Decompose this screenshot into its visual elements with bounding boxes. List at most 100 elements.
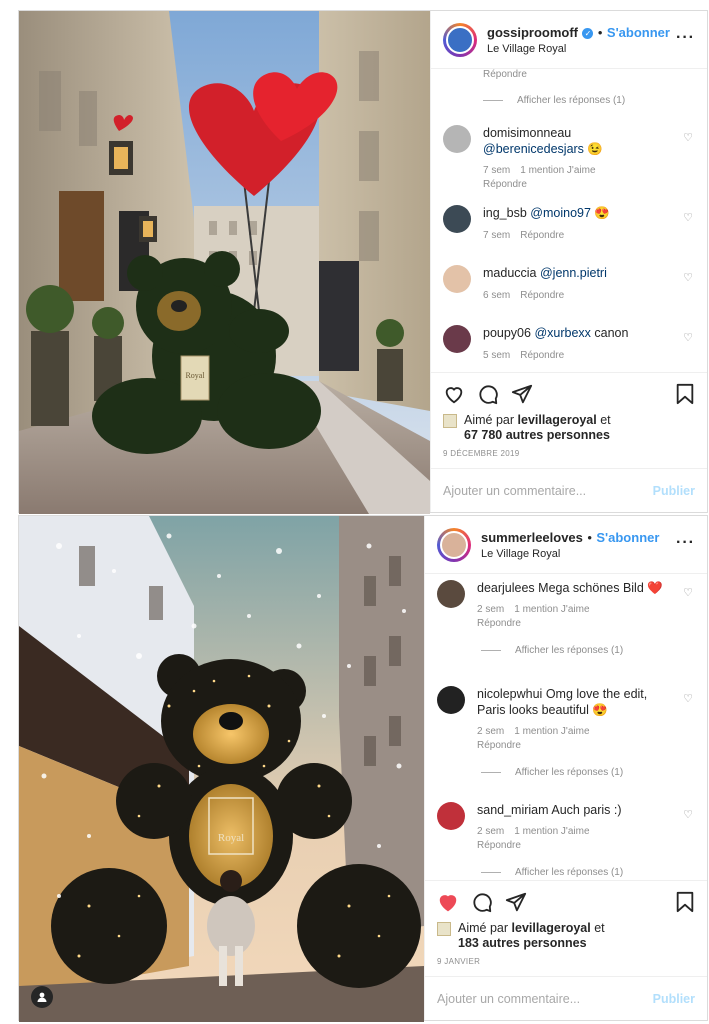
comment-time: 2 sem bbox=[477, 826, 505, 837]
post-2-likes-summary: Aimé par levillageroyal et 183 autres per… bbox=[437, 921, 695, 951]
comment-time: 7 sem bbox=[483, 230, 511, 241]
comment-bubble-icon[interactable] bbox=[471, 891, 493, 913]
post-2-publish-button[interactable]: Publier bbox=[653, 992, 695, 1006]
reply-button[interactable]: Répondre bbox=[520, 350, 564, 361]
comment-like-heart-icon[interactable]: ♡ bbox=[683, 131, 693, 144]
commenter-avatar[interactable] bbox=[443, 265, 471, 293]
post-1-username[interactable]: gossiproomoff bbox=[487, 25, 578, 40]
comment-bubble-icon[interactable] bbox=[477, 383, 499, 405]
post-1-follow-button[interactable]: S'abonner bbox=[607, 25, 670, 40]
comment-time: 6 sem bbox=[483, 290, 511, 301]
comment-like-heart-icon[interactable]: ♡ bbox=[683, 586, 693, 599]
share-direct-icon[interactable] bbox=[511, 383, 533, 405]
comment-like-heart-icon[interactable]: ♡ bbox=[683, 808, 693, 821]
liked-by-and: et bbox=[594, 921, 605, 935]
save-bookmark-icon[interactable] bbox=[675, 891, 695, 913]
liked-by-user[interactable]: levillageroyal bbox=[512, 921, 591, 935]
post-1-likes-summary: Aimé par levillageroyal et 67 780 autres … bbox=[443, 413, 695, 443]
commenter-avatar[interactable] bbox=[437, 580, 465, 608]
liker-avatar[interactable] bbox=[443, 414, 457, 428]
comment-mention[interactable]: @jenn.pietri bbox=[540, 266, 607, 280]
post-1-location[interactable]: Le Village Royal bbox=[487, 43, 670, 57]
liked-by-others[interactable]: 183 autres personnes bbox=[458, 936, 587, 950]
post-2-location[interactable]: Le Village Royal bbox=[481, 548, 659, 562]
post-2-follow-button[interactable]: S'abonner bbox=[596, 530, 659, 545]
post-1-comment-input[interactable] bbox=[443, 483, 643, 498]
post-2-photo[interactable]: Royal bbox=[19, 516, 424, 1022]
post-1-image-bear-topiary: Royal bbox=[19, 11, 430, 514]
comment-item: sand_miriam Auch paris :) 2 sem 1 mention… bbox=[425, 802, 707, 879]
commenter-avatar[interactable] bbox=[443, 125, 471, 153]
separator-dot: • bbox=[587, 529, 592, 545]
comment-item: maduccia @jenn.pietri 6 sem Répondre ♡ bbox=[431, 265, 707, 313]
comment-text: Auch paris :) bbox=[551, 803, 622, 817]
comment-time: 7 sem bbox=[483, 165, 511, 176]
post-1-author-avatar[interactable] bbox=[443, 22, 477, 57]
save-bookmark-icon[interactable] bbox=[675, 383, 695, 405]
bear-sign-text: Royal bbox=[218, 832, 244, 844]
post-2-username[interactable]: summerleeloves bbox=[481, 530, 583, 545]
post-2-actions: Aimé par levillageroyal et 183 autres per… bbox=[425, 880, 707, 966]
comment-likes[interactable]: 1 mention J'aime bbox=[514, 604, 589, 615]
post-1-header: gossiproomoff ✓ • S'abonner Le Village R… bbox=[431, 11, 707, 69]
more-options-icon[interactable]: ··· bbox=[676, 534, 695, 552]
post-2-author-avatar[interactable] bbox=[437, 527, 471, 562]
comment-mention[interactable]: @moino97 bbox=[530, 206, 591, 220]
reply-button[interactable]: Répondre bbox=[483, 179, 527, 190]
reply-link-truncated[interactable]: Répondre bbox=[431, 69, 707, 83]
post-1-photo[interactable]: Royal bbox=[19, 11, 430, 514]
comment-username[interactable]: domisimonneau bbox=[483, 126, 571, 140]
reply-button[interactable]: Répondre bbox=[477, 618, 521, 629]
comment-mention[interactable]: @xurbexx bbox=[534, 326, 590, 340]
comment-username[interactable]: dearjulees bbox=[477, 581, 535, 595]
post-1-publish-button[interactable]: Publier bbox=[653, 484, 695, 498]
more-options-icon[interactable]: ··· bbox=[676, 29, 695, 47]
post-2-comment-input[interactable] bbox=[437, 991, 637, 1006]
view-replies-link[interactable]: Afficher les réponses (1) bbox=[477, 645, 673, 656]
comment-likes[interactable]: 1 mention J'aime bbox=[514, 726, 589, 737]
comment-item: poupy06 @xurbexx canon 5 sem Répondre ♡ bbox=[431, 325, 707, 372]
commenter-avatar[interactable] bbox=[437, 802, 465, 830]
commenter-avatar[interactable] bbox=[437, 686, 465, 714]
reply-button[interactable]: Répondre bbox=[520, 290, 564, 301]
comment-item: ing_bsb @moino97 😍 7 sem Répondre ♡ bbox=[431, 205, 707, 253]
view-replies-link[interactable]: Afficher les réponses (1) bbox=[477, 867, 673, 878]
liked-by-user[interactable]: levillageroyal bbox=[518, 413, 597, 427]
comment-likes[interactable]: 1 mention J'aime bbox=[520, 165, 595, 176]
comment-mention[interactable]: @berenicedesjars bbox=[483, 142, 584, 156]
comment-username[interactable]: maduccia bbox=[483, 266, 537, 280]
post-2-comments[interactable]: dearjulees Mega schönes Bild ❤️ 2 sem 1 m… bbox=[425, 574, 707, 879]
tagged-user-icon[interactable] bbox=[31, 986, 53, 1008]
comment-username[interactable]: ing_bsb bbox=[483, 206, 527, 220]
comment-like-heart-icon[interactable]: ♡ bbox=[683, 331, 693, 344]
view-replies-link[interactable]: Afficher les réponses (1) bbox=[431, 93, 707, 107]
post-1-date: 9 DÉCEMBRE 2019 bbox=[443, 449, 520, 458]
comment-like-heart-icon[interactable]: ♡ bbox=[683, 271, 693, 284]
liked-by-others[interactable]: 67 780 autres personnes bbox=[464, 428, 610, 442]
post-1-comments[interactable]: Répondre Afficher les réponses (1) domis… bbox=[431, 69, 707, 372]
comment-username[interactable]: poupy06 bbox=[483, 326, 531, 340]
reply-button[interactable]: Répondre bbox=[520, 230, 564, 241]
liked-by-prefix: Aimé par bbox=[458, 921, 509, 935]
reply-button[interactable]: Répondre bbox=[477, 840, 521, 851]
view-replies-link[interactable]: Afficher les réponses (1) bbox=[477, 767, 673, 778]
comment-like-heart-icon[interactable]: ♡ bbox=[683, 692, 693, 705]
like-heart-filled-icon[interactable] bbox=[437, 891, 459, 913]
reply-button[interactable]: Répondre bbox=[477, 740, 521, 751]
share-direct-icon[interactable] bbox=[505, 891, 527, 913]
post-2-side-panel: summerleeloves • S'abonner Le Village Ro… bbox=[424, 516, 707, 1020]
comment-likes[interactable]: 1 mention J'aime bbox=[514, 826, 589, 837]
liker-avatar[interactable] bbox=[437, 922, 451, 936]
commenter-avatar[interactable] bbox=[443, 325, 471, 353]
comment-username[interactable]: nicolepwhui bbox=[477, 687, 542, 701]
post-2-date: 9 JANVIER bbox=[437, 957, 481, 966]
comment-username[interactable]: sand_miriam bbox=[477, 803, 549, 817]
comment-emoji: 😍 bbox=[594, 206, 610, 220]
post-2-image-bear-lights: Royal bbox=[19, 516, 424, 1022]
comment-like-heart-icon[interactable]: ♡ bbox=[683, 211, 693, 224]
comment-text: Mega schönes Bild bbox=[538, 581, 644, 595]
post-2-add-comment-bar: Publier bbox=[425, 976, 707, 1020]
like-heart-icon[interactable] bbox=[443, 383, 465, 405]
separator-dot: • bbox=[597, 24, 603, 40]
commenter-avatar[interactable] bbox=[443, 205, 471, 233]
